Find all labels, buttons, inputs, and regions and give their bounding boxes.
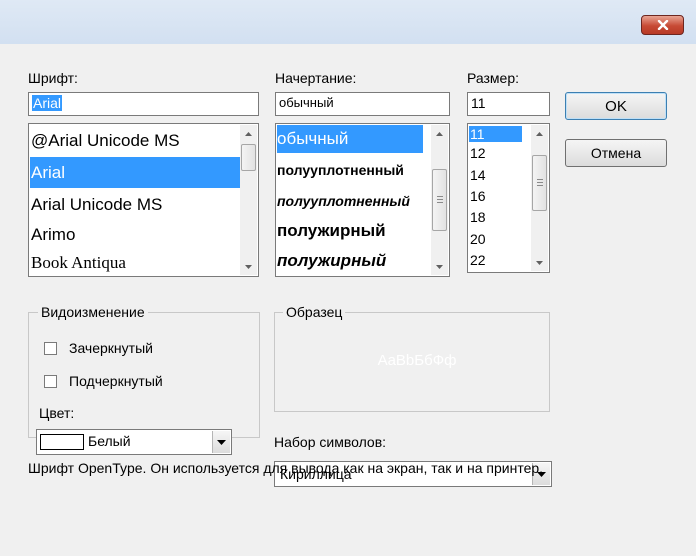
scroll-grip-line [537, 182, 543, 183]
font-list-item[interactable]: @Arial Unicode MS [30, 126, 242, 155]
scroll-grip-line [437, 196, 443, 197]
font-list[interactable]: @Arial Unicode MS Arial Arial Unicode MS… [28, 123, 259, 277]
underline-checkbox[interactable] [44, 375, 57, 388]
scroll-up-arrow[interactable] [531, 125, 548, 142]
style-list-item[interactable]: полууплотненный [277, 155, 423, 185]
chevron-down-icon [436, 264, 443, 269]
chevron-down-icon [536, 260, 543, 265]
color-dropdown-button[interactable] [212, 431, 230, 453]
scroll-down-arrow[interactable] [431, 258, 448, 275]
font-list-item[interactable]: Arial Unicode MS [30, 189, 242, 220]
font-size-input[interactable]: 11 [467, 92, 550, 116]
size-list-scrollbar[interactable] [531, 125, 548, 271]
scroll-grip-line [437, 199, 443, 200]
scroll-grip-line [537, 179, 543, 180]
font-style-input[interactable]: обычный [275, 92, 450, 116]
color-label: Цвет: [39, 405, 75, 421]
effects-group-title: Видоизменение [38, 304, 148, 320]
chevron-down-icon [245, 264, 252, 269]
font-label: Шрифт: [28, 70, 78, 86]
scroll-down-arrow[interactable] [531, 254, 548, 271]
scroll-up-arrow[interactable] [431, 125, 448, 142]
scroll-down-arrow[interactable] [240, 258, 257, 275]
style-list-item-selected[interactable]: обычный [277, 125, 423, 153]
title-bar [0, 0, 696, 44]
close-button[interactable] [641, 15, 684, 35]
size-list-item[interactable]: 12 [469, 145, 522, 161]
close-icon [657, 20, 668, 30]
size-list-item-selected[interactable]: 11 [469, 126, 522, 142]
color-select[interactable]: Белый [36, 429, 232, 455]
font-list-item[interactable]: Book Antiqua [30, 249, 242, 276]
style-list-scroll-thumb[interactable] [432, 169, 447, 231]
sample-preview-text: AaBbБбФф [377, 352, 457, 369]
size-list-item[interactable]: 16 [469, 188, 522, 204]
color-select-value: Белый [88, 433, 131, 449]
style-list-scrollbar[interactable] [431, 125, 448, 275]
font-description: Шрифт OpenType. Он используется для выво… [28, 460, 544, 476]
font-name-input[interactable]: Arial [28, 92, 259, 116]
style-label: Начертание: [275, 70, 357, 86]
ok-button[interactable]: OK [565, 92, 667, 120]
chevron-up-icon [436, 131, 443, 136]
size-list-item[interactable]: 20 [469, 231, 522, 247]
size-list-scroll-thumb[interactable] [532, 155, 547, 211]
scroll-grip-line [537, 185, 543, 186]
chevron-up-icon [536, 131, 543, 136]
style-list-item[interactable]: полужирный [277, 216, 423, 246]
sample-group-title: Образец [283, 304, 346, 320]
style-list-item[interactable]: полууплотненный [277, 186, 423, 216]
font-list-scrollbar[interactable] [240, 125, 257, 275]
style-list-item[interactable]: полужирный [277, 246, 423, 276]
font-list-item[interactable]: Arimo [30, 219, 242, 250]
font-list-item-selected[interactable]: Arial [30, 157, 242, 188]
strikeout-checkbox[interactable] [44, 342, 57, 355]
strikeout-label[interactable]: Зачеркнутый [69, 340, 153, 356]
cancel-button[interactable]: Отмена [565, 139, 667, 167]
size-list-item[interactable]: 14 [469, 167, 522, 183]
font-style-list[interactable]: обычный полууплотненный полууплотненный … [275, 123, 450, 277]
chevron-down-icon [217, 439, 226, 445]
scroll-up-arrow[interactable] [240, 125, 257, 142]
charset-label: Набор символов: [274, 434, 387, 450]
size-label: Размер: [467, 70, 520, 86]
color-swatch [40, 434, 84, 450]
font-size-list[interactable]: 11 12 14 16 18 20 22 [467, 123, 550, 273]
font-name-value: Arial [32, 95, 63, 111]
font-list-scroll-thumb[interactable] [241, 144, 256, 171]
size-list-item[interactable]: 18 [469, 209, 522, 225]
chevron-up-icon [245, 131, 252, 136]
underline-label: Подчеркнутый [69, 373, 163, 389]
scroll-grip-line [437, 202, 443, 203]
size-list-item[interactable]: 22 [469, 252, 522, 268]
